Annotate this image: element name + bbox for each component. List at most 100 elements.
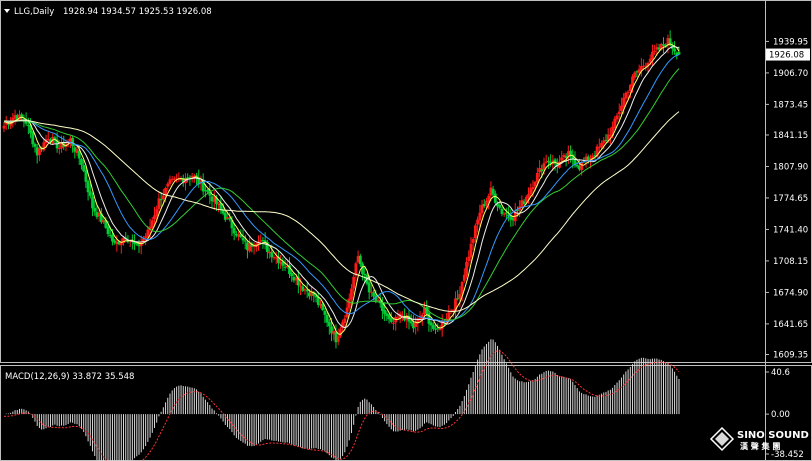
candle-body [336,336,340,342]
moving-averages-layer [3,43,680,335]
candle-body [504,212,508,214]
candle-body [135,243,139,245]
candle-body [600,143,603,148]
candle-body [33,143,37,147]
candle-body [527,194,530,198]
sinosound-logo: SINO SOUND 漢 聲 集 團 [709,426,809,452]
candle-body [325,314,329,323]
candle-body [389,318,393,322]
candle-body [166,183,170,187]
candle-body [400,314,404,316]
candle-body [617,111,621,115]
candle-body [633,72,637,78]
price-tick-label: 1741.40 [773,225,808,235]
price-chart[interactable]: 1939.95 1906.70 1873.45 1841.15 1807.90 1774.… [0,0,812,461]
candle-body [232,228,236,234]
candle-body [352,276,356,289]
candle-body [111,234,114,242]
candle-body [624,92,628,99]
candle-body [458,294,462,299]
candle-body [469,243,473,258]
candle-body [367,282,371,293]
candle-body [622,97,626,107]
candle-body [471,239,475,244]
candle-body [560,157,564,161]
candle-body [243,240,247,242]
candle-body [93,207,97,212]
candle-body [569,150,572,155]
macd-header: MACD(12,26,9) 33.872 35.548 [5,372,134,382]
candle-body [478,212,482,221]
candle-body [438,329,442,331]
price-axis: 1939.95 1906.70 1873.45 1841.15 1807.90 1774.… [765,37,808,460]
candle-body [531,187,535,190]
ma-20-line [3,54,680,323]
candle-body [500,208,504,214]
macd-tick-label: 0.00 [771,410,790,420]
main-panel-frame [0,0,812,363]
candle-body [80,159,83,165]
candle-body [615,115,619,120]
candle-body [155,209,159,217]
price-tick-label: 1906.70 [773,69,808,79]
candle-body [2,125,6,129]
candle-body [653,50,657,52]
price-tick-label: 1873.45 [773,100,808,110]
ohlc-readout: 1928.94 1934.57 1925.53 1926.08 [63,7,212,17]
candle-body [673,48,676,52]
candle-body [535,172,539,183]
candle-body [343,318,347,324]
ma-10-line [3,46,680,329]
ma-5-line [3,43,680,335]
candle-body [409,321,413,324]
ma-60-line [4,111,680,313]
candle-body [498,205,502,208]
candle-body [139,242,143,247]
candle-body [462,274,466,281]
candle-body [350,288,353,300]
candle-body [465,261,468,276]
candle-body [82,165,86,172]
candle-body [84,170,88,182]
current-price-label: 1926.08 [769,51,804,61]
candle-body [651,51,654,61]
candle-body [358,255,362,265]
candle-body [473,225,477,239]
candle-body [88,191,92,196]
ma-30-line [4,68,680,321]
candle-body [327,321,331,327]
price-tick-label: 1641.65 [773,320,808,330]
macd-tick-label: -38.452 [771,450,804,460]
candle-body [106,226,110,235]
price-tick-label: 1774.65 [773,194,808,204]
candle-body [434,328,437,330]
candle-body [31,131,35,145]
macd-signal-line [3,350,680,461]
price-tick-label: 1609.35 [773,350,808,360]
candle-body [547,160,550,163]
candle-body [631,76,634,86]
candle-body [626,91,630,93]
candle-body [502,213,506,215]
candle-body [290,273,294,277]
macd-layer [3,339,680,461]
candle-body [168,179,172,184]
candle-body [42,142,46,151]
candle-body [161,195,165,200]
candle-body [241,237,245,241]
candle-body [533,181,537,187]
candle-body [323,310,327,315]
symbol-label: LLG,Daily [14,7,54,17]
candle-body [71,137,75,147]
candle-body [270,252,274,258]
candles-layer [2,30,681,349]
candle-body [431,324,435,329]
candle-body [38,148,41,156]
candle-body [677,51,681,55]
logo-inner-icon [715,432,729,446]
candle-body [392,322,395,324]
candle-body [150,220,154,229]
logo-sub-text: 漢 聲 集 團 [740,441,780,451]
symbol-dropdown-icon[interactable] [4,9,10,13]
macd-tick-label: 40.6 [771,368,790,378]
